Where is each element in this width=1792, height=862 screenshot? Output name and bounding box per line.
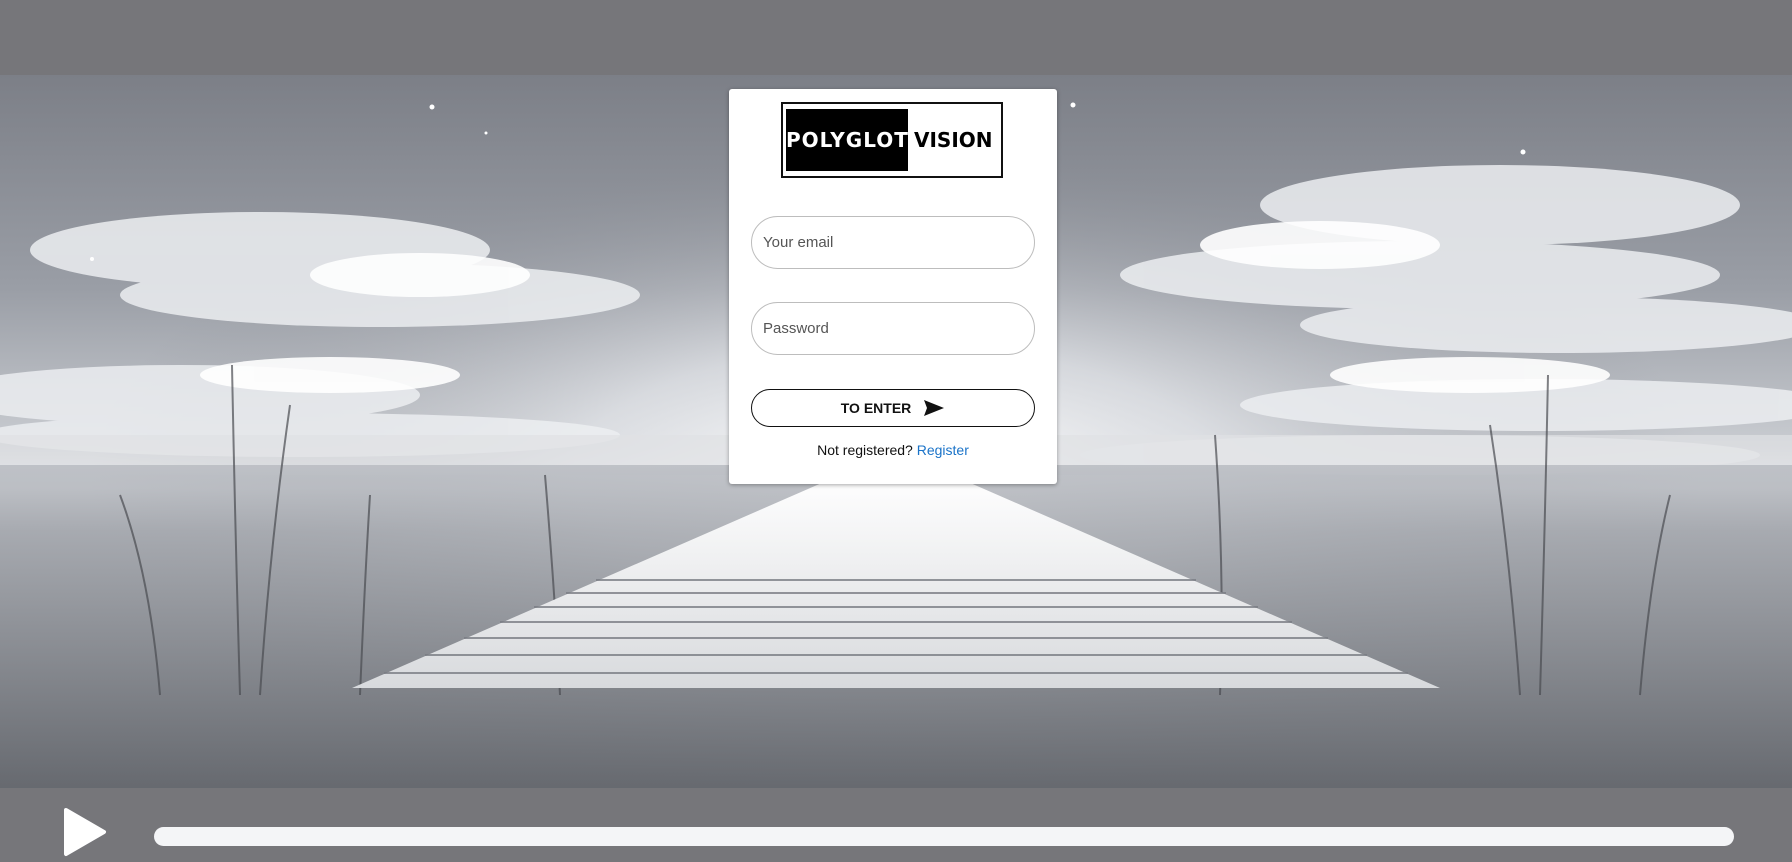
login-card: POLYGLOT VISION TO ENTER Not registered?…: [729, 89, 1057, 484]
register-prompt: Not registered? Register: [729, 442, 1057, 458]
video-progress-bar[interactable]: [154, 827, 1734, 846]
send-icon: [923, 399, 945, 417]
enter-button-label: TO ENTER: [840, 400, 912, 416]
logo-word-polyglot: POLYGLOT: [786, 128, 909, 152]
page: POLYGLOT VISION TO ENTER Not registered?…: [0, 0, 1792, 862]
enter-button[interactable]: TO ENTER: [751, 389, 1035, 427]
register-prompt-text: Not registered?: [817, 442, 913, 458]
register-link[interactable]: Register: [917, 442, 969, 458]
logo-word-vision: VISION: [914, 128, 993, 152]
email-field[interactable]: [751, 216, 1035, 269]
logo: POLYGLOT VISION: [781, 102, 1003, 178]
play-icon: [64, 808, 106, 856]
play-button[interactable]: [60, 806, 108, 858]
password-field[interactable]: [751, 302, 1035, 355]
